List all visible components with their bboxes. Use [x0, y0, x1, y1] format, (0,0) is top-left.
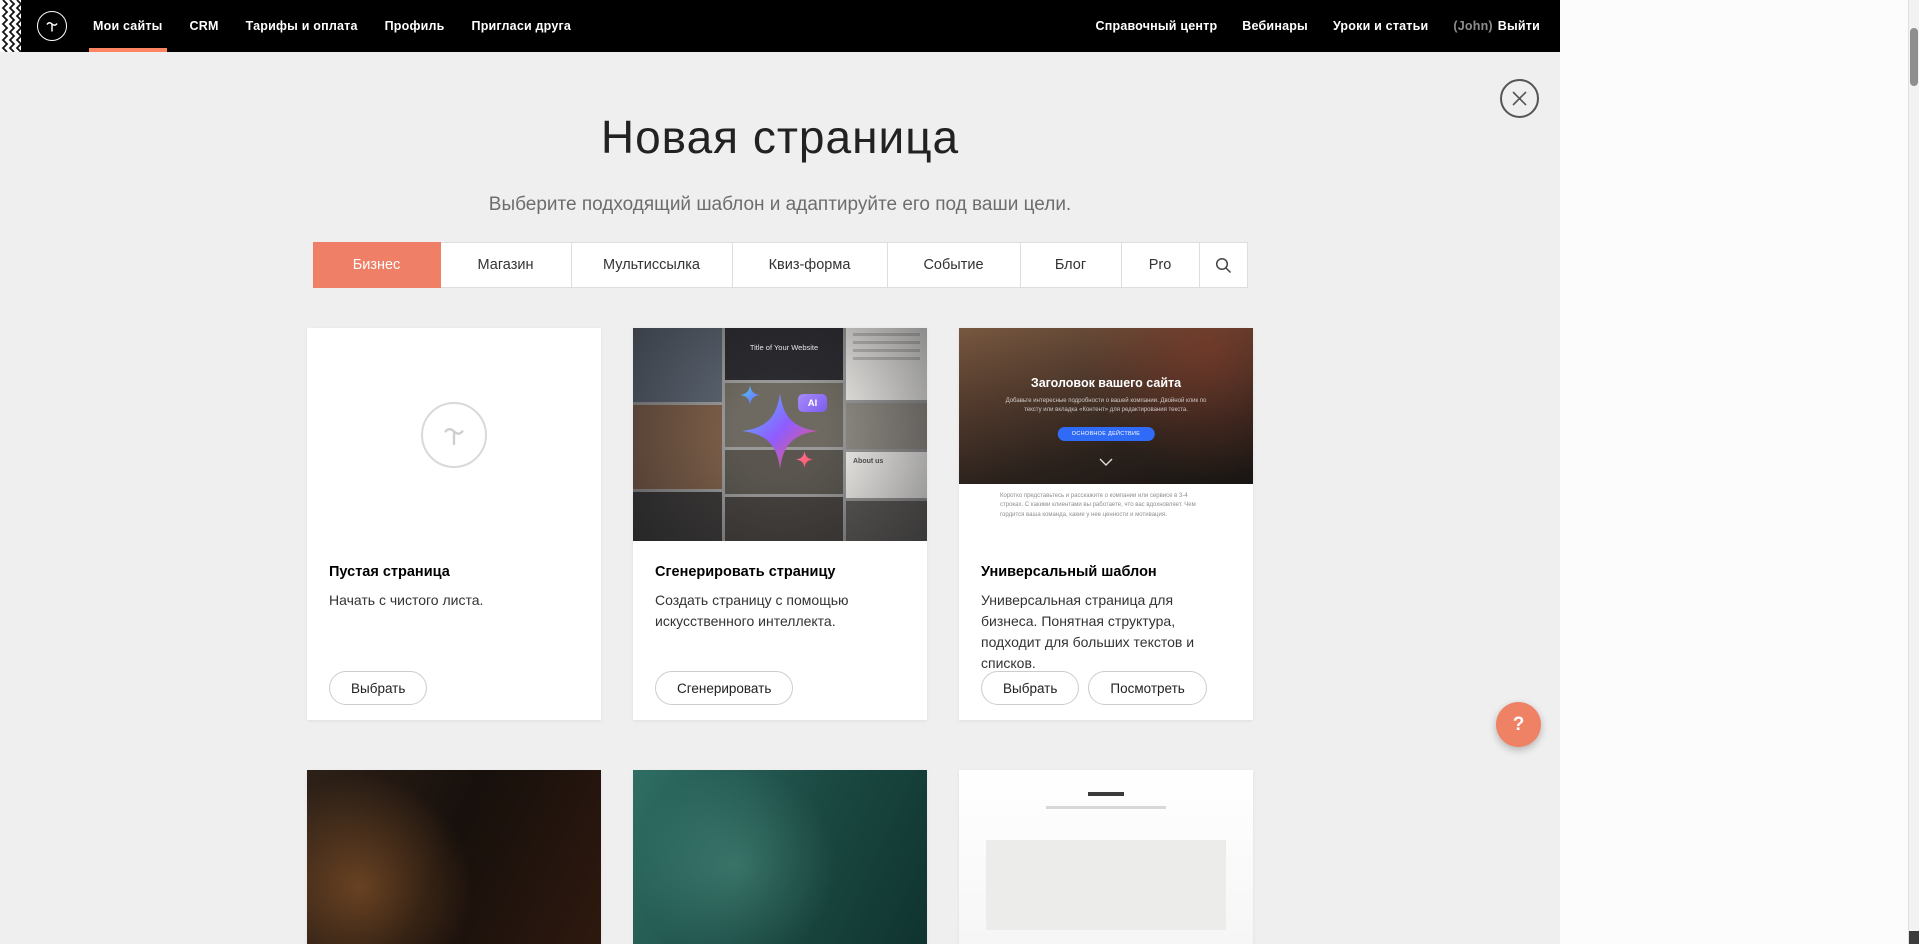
- nav-item-profile[interactable]: Профиль: [385, 0, 445, 52]
- template-card-partial: [959, 770, 1253, 944]
- scrollbar-thumb[interactable]: [1910, 28, 1918, 86]
- nav-left-group: Мои сайты CRM Тарифы и оплата Профиль Пр…: [93, 0, 598, 52]
- new-page-dialog: Новая страница Выберите подходящий шабло…: [0, 52, 1560, 944]
- preview-panel: [986, 840, 1226, 930]
- ai-template-preview[interactable]: About us Title of Your Website: [633, 328, 927, 541]
- card-actions: Выбрать: [329, 671, 427, 705]
- universal-template-preview[interactable]: Заголовок вашего сайта Добавьте интересн…: [959, 328, 1253, 541]
- tab-event[interactable]: Событие: [888, 242, 1021, 288]
- nav-item-crm[interactable]: CRM: [190, 0, 219, 52]
- navbar: Мои сайты CRM Тарифы и оплата Профиль Пр…: [21, 0, 1560, 52]
- preview-body-text: Коротко представьтесь и расскажите о ком…: [1000, 492, 1212, 541]
- nav-item-my-sites[interactable]: Мои сайты: [93, 0, 163, 52]
- preview-text-section: Коротко представьтесь и расскажите о ком…: [959, 484, 1253, 541]
- blank-template-preview[interactable]: [307, 328, 601, 541]
- template-card-partial: [633, 770, 927, 944]
- card-title: Сгенерировать страницу: [655, 564, 905, 580]
- template-grid: Пустая страница Начать с чистого листа. …: [307, 328, 1253, 944]
- tilda-logo[interactable]: [37, 11, 67, 41]
- tilda-watermark-icon: [421, 402, 487, 468]
- template-card-blank: Пустая страница Начать с чистого листа. …: [307, 328, 601, 720]
- ai-badge: AI: [798, 394, 827, 412]
- search-icon: [1215, 257, 1232, 274]
- scrollbar[interactable]: [1908, 0, 1919, 944]
- tab-blog[interactable]: Блог: [1021, 242, 1122, 288]
- close-button[interactable]: [1500, 79, 1539, 118]
- tab-pro[interactable]: Pro: [1122, 242, 1200, 288]
- chevron-down-icon: [1099, 458, 1113, 466]
- tab-quiz[interactable]: Квиз-форма: [733, 242, 888, 288]
- card-body: Пустая страница Начать с чистого листа.: [307, 541, 601, 611]
- preview-heading: Заголовок вашего сайта: [959, 376, 1253, 390]
- choose-button[interactable]: Выбрать: [329, 671, 427, 705]
- generate-button[interactable]: Сгенерировать: [655, 671, 793, 705]
- card-actions: Сгенерировать: [655, 671, 793, 705]
- card-description: Создать страницу с помощью искусственног…: [655, 590, 905, 632]
- right-margin: [1560, 0, 1908, 944]
- scrollbar-down-button[interactable]: [1909, 931, 1919, 944]
- template-preview-teal[interactable]: [633, 770, 927, 944]
- view-button[interactable]: Посмотреть: [1088, 671, 1206, 705]
- nav-item-invite-friend[interactable]: Пригласи друга: [472, 0, 572, 52]
- preview-cta-button: основное действие: [1058, 427, 1155, 441]
- preview-site-title: Title of Your Website: [725, 343, 843, 352]
- preview-hero: Заголовок вашего сайта Добавьте интересн…: [959, 328, 1253, 484]
- help-button[interactable]: ?: [1496, 702, 1541, 747]
- nav-item-logout[interactable]: (John) Выйти: [1453, 0, 1540, 52]
- tilda-logo-icon: [42, 16, 62, 36]
- zigzag-icon: [0, 0, 21, 52]
- template-preview-light[interactable]: [959, 770, 1253, 944]
- card-body: Универсальный шаблон Универсальная стран…: [959, 541, 1253, 674]
- card-title: Пустая страница: [329, 564, 579, 580]
- page-subtitle: Выберите подходящий шаблон и адаптируйте…: [0, 194, 1560, 216]
- preview-subheading: Добавьте интересные подробности о вашей …: [1004, 397, 1209, 415]
- card-description: Начать с чистого листа.: [329, 590, 579, 611]
- nav-right-group: Справочный центр Вебинары Уроки и статьи…: [1071, 0, 1541, 52]
- ai-sparkle-icon: [710, 361, 850, 501]
- nav-item-plans[interactable]: Тарифы и оплата: [246, 0, 358, 52]
- template-card-ai-generate: About us Title of Your Website: [633, 328, 927, 720]
- top-navbar: Мои сайты CRM Тарифы и оплата Профиль Пр…: [0, 0, 1560, 52]
- nav-item-webinars[interactable]: Вебинары: [1242, 0, 1308, 52]
- card-description: Универсальная страница для бизнеса. Поня…: [981, 590, 1231, 674]
- zigzag-pattern: [0, 0, 21, 52]
- tab-search[interactable]: [1200, 242, 1248, 288]
- template-category-tabs: Бизнес Магазин Мультиссылка Квиз-форма С…: [313, 242, 1248, 288]
- user-name: (John): [1453, 19, 1492, 33]
- tab-business[interactable]: Бизнес: [313, 242, 441, 288]
- choose-button[interactable]: Выбрать: [981, 671, 1079, 705]
- card-body: Сгенерировать страницу Создать страницу …: [633, 541, 927, 632]
- page-container: Мои сайты CRM Тарифы и оплата Профиль Пр…: [0, 0, 1560, 944]
- tab-store[interactable]: Магазин: [441, 242, 572, 288]
- template-card-universal: Заголовок вашего сайта Добавьте интересн…: [959, 328, 1253, 720]
- template-card-partial: [307, 770, 601, 944]
- nav-item-lessons[interactable]: Уроки и статьи: [1333, 0, 1428, 52]
- logout-label: Выйти: [1498, 19, 1540, 33]
- page-title: Новая страница: [0, 110, 1560, 164]
- preview-logo-mark: [1088, 792, 1124, 796]
- tab-multilink[interactable]: Мультиссылка: [572, 242, 733, 288]
- card-actions: Выбрать Посмотреть: [981, 671, 1207, 705]
- preview-text-line: [1046, 806, 1166, 809]
- close-icon: [1512, 91, 1527, 106]
- card-title: Универсальный шаблон: [981, 564, 1231, 580]
- template-preview-dark[interactable]: [307, 770, 601, 944]
- nav-item-help-center[interactable]: Справочный центр: [1096, 0, 1218, 52]
